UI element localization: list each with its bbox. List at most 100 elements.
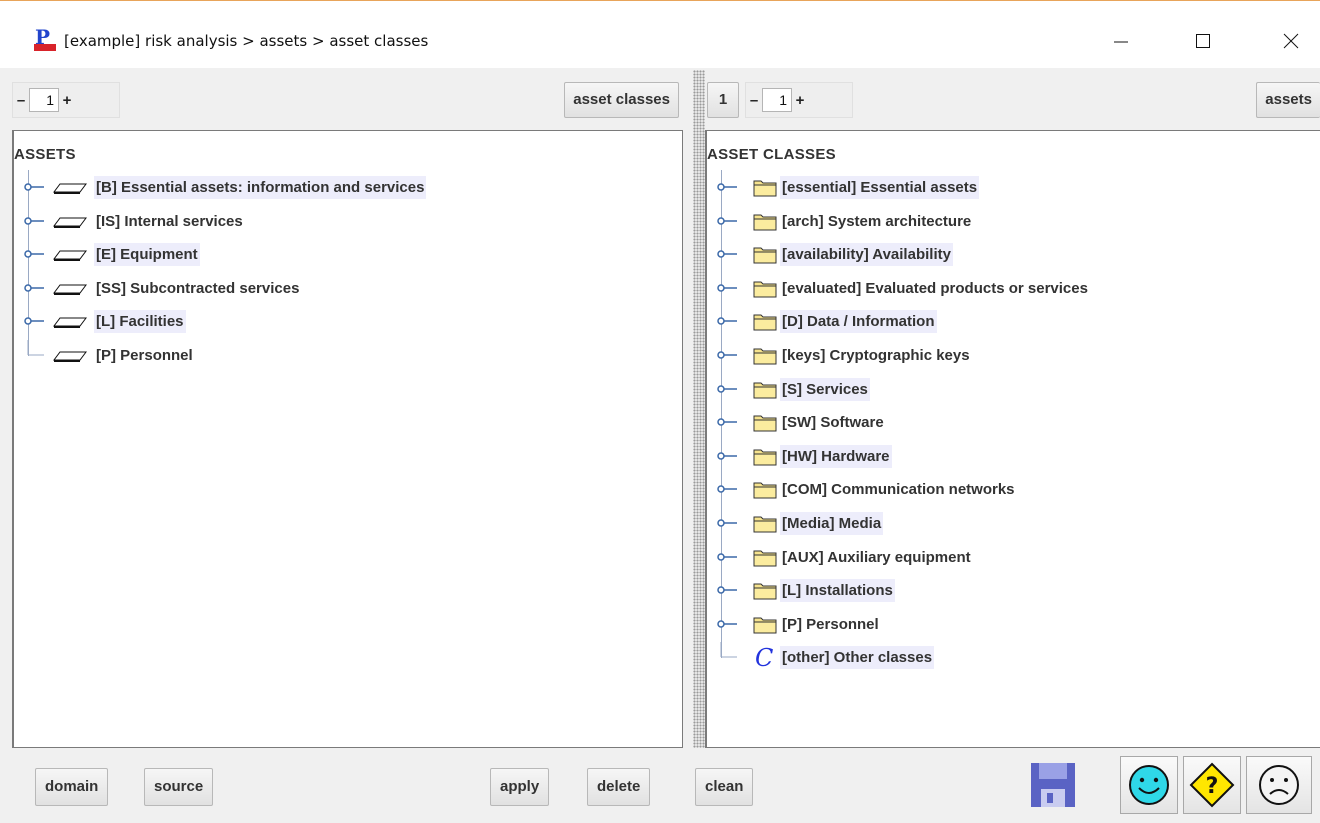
asset-classes-button[interactable]: asset classes bbox=[564, 82, 679, 118]
window-title: [example] risk analysis > assets > asset… bbox=[64, 32, 429, 50]
folder-icon bbox=[753, 278, 777, 301]
tree-item-label: [L] Installations bbox=[780, 579, 895, 603]
folder-icon bbox=[753, 244, 777, 267]
expand-handle-icon[interactable] bbox=[717, 618, 739, 630]
assets-button[interactable]: assets bbox=[1256, 82, 1320, 118]
expand-handle-icon[interactable] bbox=[717, 315, 739, 327]
expand-handle-icon[interactable] bbox=[24, 315, 46, 327]
action-bar: domain source apply delete clean ? bbox=[0, 748, 1320, 823]
sad-face-icon bbox=[1259, 765, 1299, 805]
pane-splitter[interactable] bbox=[693, 70, 705, 748]
svg-text:C: C bbox=[755, 645, 773, 671]
spinner-value[interactable]: 1 bbox=[29, 88, 59, 112]
folder-icon bbox=[753, 446, 777, 469]
close-icon bbox=[1283, 33, 1299, 49]
approve-button[interactable] bbox=[1120, 756, 1178, 814]
minimize-icon bbox=[1114, 41, 1128, 43]
tree-item-label: [L] Facilities bbox=[94, 310, 186, 334]
folder-icon bbox=[753, 580, 777, 603]
maximize-icon bbox=[1196, 34, 1210, 48]
expand-handle-icon[interactable] bbox=[717, 383, 739, 395]
domain-button[interactable]: domain bbox=[35, 768, 109, 806]
tree-item-label: [P] Personnel bbox=[96, 347, 193, 364]
minimize-button[interactable] bbox=[1098, 21, 1144, 61]
assets-tree-root: ASSETS bbox=[14, 146, 76, 163]
tree-item-label: [SW] Software bbox=[782, 414, 884, 432]
spinner-minus[interactable]: – bbox=[746, 92, 762, 109]
expand-handle-icon[interactable] bbox=[717, 584, 739, 596]
tree-elbow-icon bbox=[717, 642, 739, 658]
tree-item-label: [S] Services bbox=[780, 377, 870, 401]
assets-toolbar: – 1 + asset classes bbox=[0, 70, 693, 132]
delete-button[interactable]: delete bbox=[587, 768, 651, 806]
maximize-button[interactable] bbox=[1180, 21, 1226, 61]
close-button[interactable] bbox=[1268, 21, 1314, 61]
expand-handle-icon[interactable] bbox=[24, 282, 46, 294]
help-button[interactable]: ? bbox=[1183, 756, 1241, 814]
layer-icon bbox=[52, 281, 88, 300]
folder-icon bbox=[753, 211, 777, 234]
layer-icon bbox=[52, 348, 88, 367]
save-disk-icon bbox=[1031, 763, 1075, 807]
tree-item-label: [Media] Media bbox=[780, 512, 884, 535]
save-button[interactable] bbox=[1024, 756, 1082, 814]
title-bar: P [example] risk analysis > assets > ass… bbox=[0, 0, 1320, 68]
expand-handle-icon[interactable] bbox=[717, 450, 739, 462]
expand-handle-icon[interactable] bbox=[717, 181, 739, 193]
tree-item-label: [P] Personnel bbox=[782, 615, 879, 633]
layer-icon bbox=[52, 314, 88, 333]
folder-icon bbox=[753, 479, 777, 502]
folder-icon bbox=[753, 379, 777, 402]
layer-icon bbox=[52, 180, 88, 199]
expand-handle-icon[interactable] bbox=[717, 483, 739, 495]
folder-icon bbox=[753, 412, 777, 435]
level-indicator[interactable]: 1 bbox=[707, 82, 739, 118]
svg-text:?: ? bbox=[1206, 774, 1219, 799]
level-spinner[interactable]: – 1 + bbox=[745, 82, 853, 118]
expand-handle-icon[interactable] bbox=[717, 248, 739, 260]
expand-handle-icon[interactable] bbox=[717, 416, 739, 428]
tree-guide-line bbox=[28, 170, 29, 356]
asset-classes-toolbar: 1 – 1 + assets bbox=[705, 70, 1320, 132]
folder-icon bbox=[753, 345, 777, 368]
spinner-plus[interactable]: + bbox=[59, 92, 75, 109]
reject-button[interactable] bbox=[1246, 756, 1312, 814]
expand-handle-icon[interactable] bbox=[24, 181, 46, 193]
spinner-plus[interactable]: + bbox=[792, 92, 808, 109]
tree-item-label: [SS] Subcontracted services bbox=[96, 279, 300, 297]
asset-classes-pane: 1 – 1 + assets ASSET CLASSES [essential]… bbox=[705, 70, 1320, 748]
source-button[interactable]: source bbox=[144, 768, 214, 806]
level-spinner[interactable]: – 1 + bbox=[12, 82, 120, 118]
expand-handle-icon[interactable] bbox=[717, 215, 739, 227]
spinner-minus[interactable]: – bbox=[13, 92, 29, 109]
help-diamond-icon: ? bbox=[1189, 762, 1235, 808]
tree-elbow-icon bbox=[24, 340, 46, 356]
tree-item-label: [IS] Internal services bbox=[96, 212, 243, 230]
expand-handle-icon[interactable] bbox=[717, 551, 739, 563]
clean-button[interactable]: clean bbox=[695, 768, 754, 806]
tree-item-label: [availability] Availability bbox=[780, 243, 953, 267]
happy-face-icon bbox=[1129, 765, 1169, 805]
folder-icon bbox=[753, 311, 777, 334]
folder-icon bbox=[753, 177, 777, 200]
asset-classes-tree-root: ASSET CLASSES bbox=[707, 146, 836, 163]
expand-handle-icon[interactable] bbox=[717, 349, 739, 361]
layer-icon bbox=[52, 214, 88, 233]
tree-item-label: [B] Essential assets: information and se… bbox=[94, 176, 427, 199]
expand-handle-icon[interactable] bbox=[24, 248, 46, 260]
expand-handle-icon[interactable] bbox=[24, 215, 46, 227]
tree-item-label: [COM] Communication networks bbox=[782, 481, 1015, 499]
expand-handle-icon[interactable] bbox=[717, 282, 739, 294]
layer-icon bbox=[52, 247, 88, 266]
tree-item-label: [keys] Cryptographic keys bbox=[782, 347, 970, 364]
tree-item-label: [other] Other classes bbox=[780, 646, 935, 670]
spinner-value[interactable]: 1 bbox=[762, 88, 792, 112]
assets-pane: – 1 + asset classes ASSETS [B] Essential… bbox=[0, 70, 693, 748]
apply-button[interactable]: apply bbox=[490, 768, 550, 806]
tree-item-label: [arch] System architecture bbox=[782, 212, 972, 230]
expand-handle-icon[interactable] bbox=[717, 517, 739, 529]
folder-icon bbox=[753, 513, 777, 536]
folder-icon bbox=[753, 614, 777, 637]
tree-item-label: [E] Equipment bbox=[94, 243, 200, 267]
tree-item-label: [evaluated] Evaluated products or servic… bbox=[782, 279, 1088, 297]
